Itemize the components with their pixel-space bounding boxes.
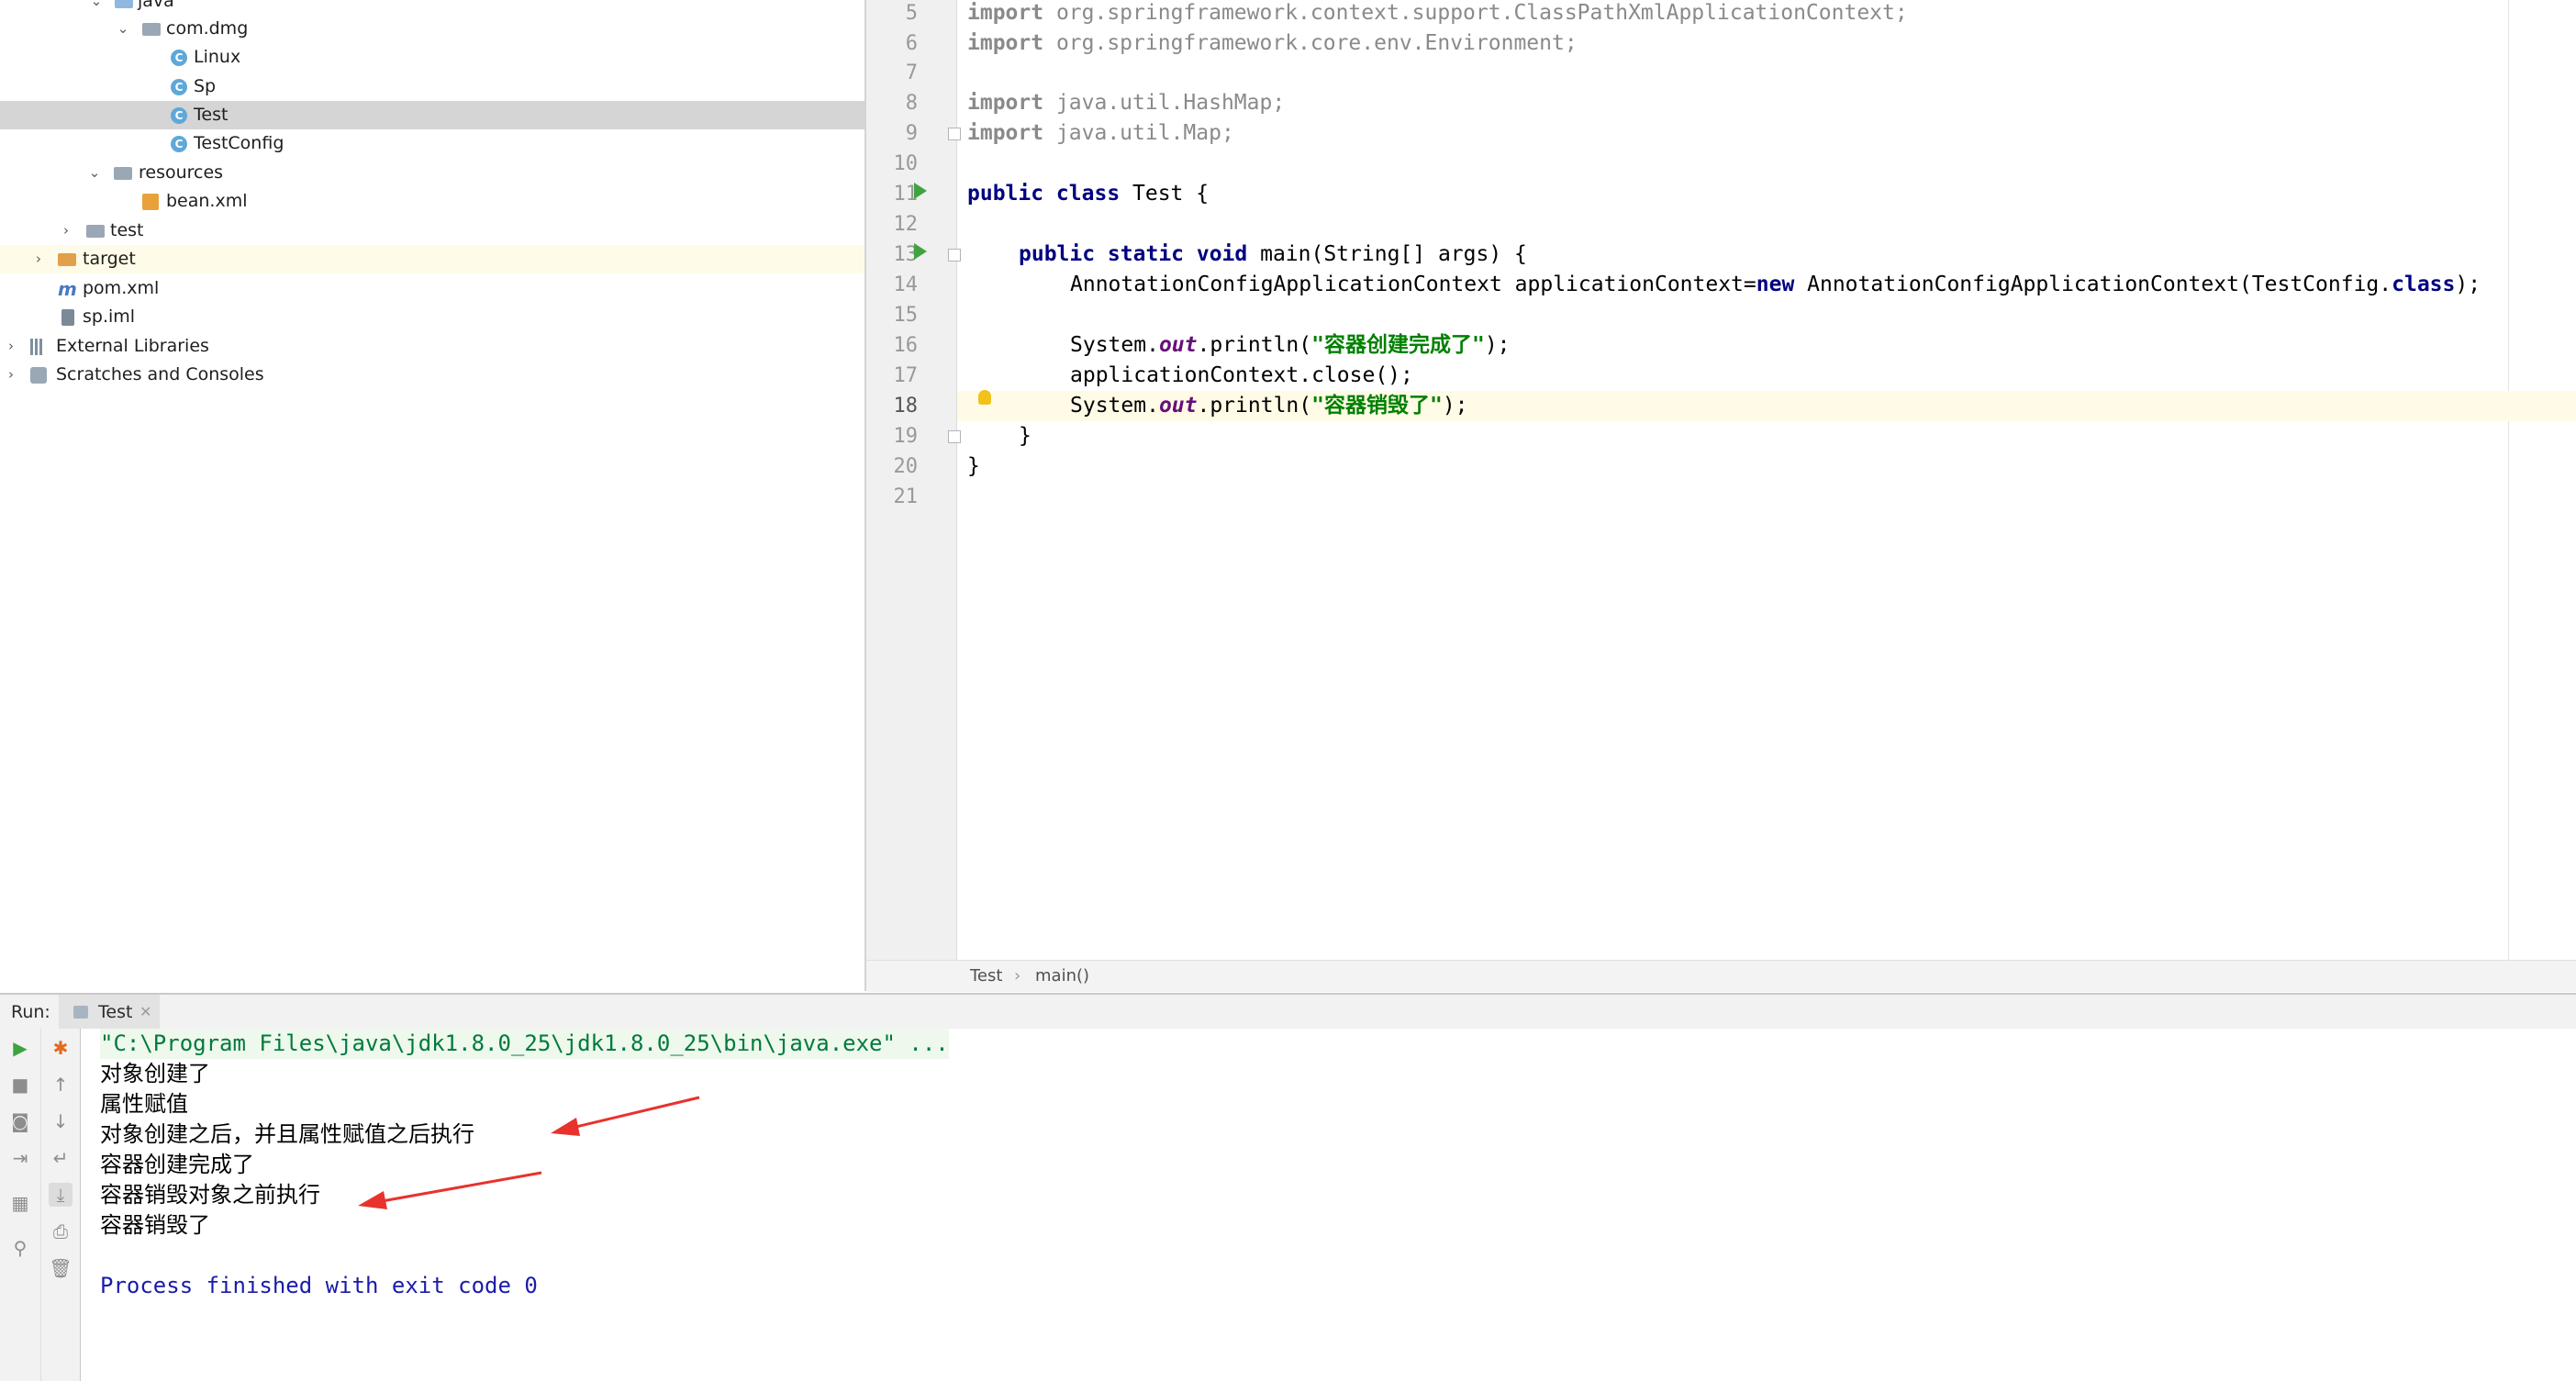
- annotation-arrow: [551, 1096, 700, 1136]
- annotation-arrow: [358, 1171, 542, 1209]
- annotation-arrows: [358, 1096, 700, 1209]
